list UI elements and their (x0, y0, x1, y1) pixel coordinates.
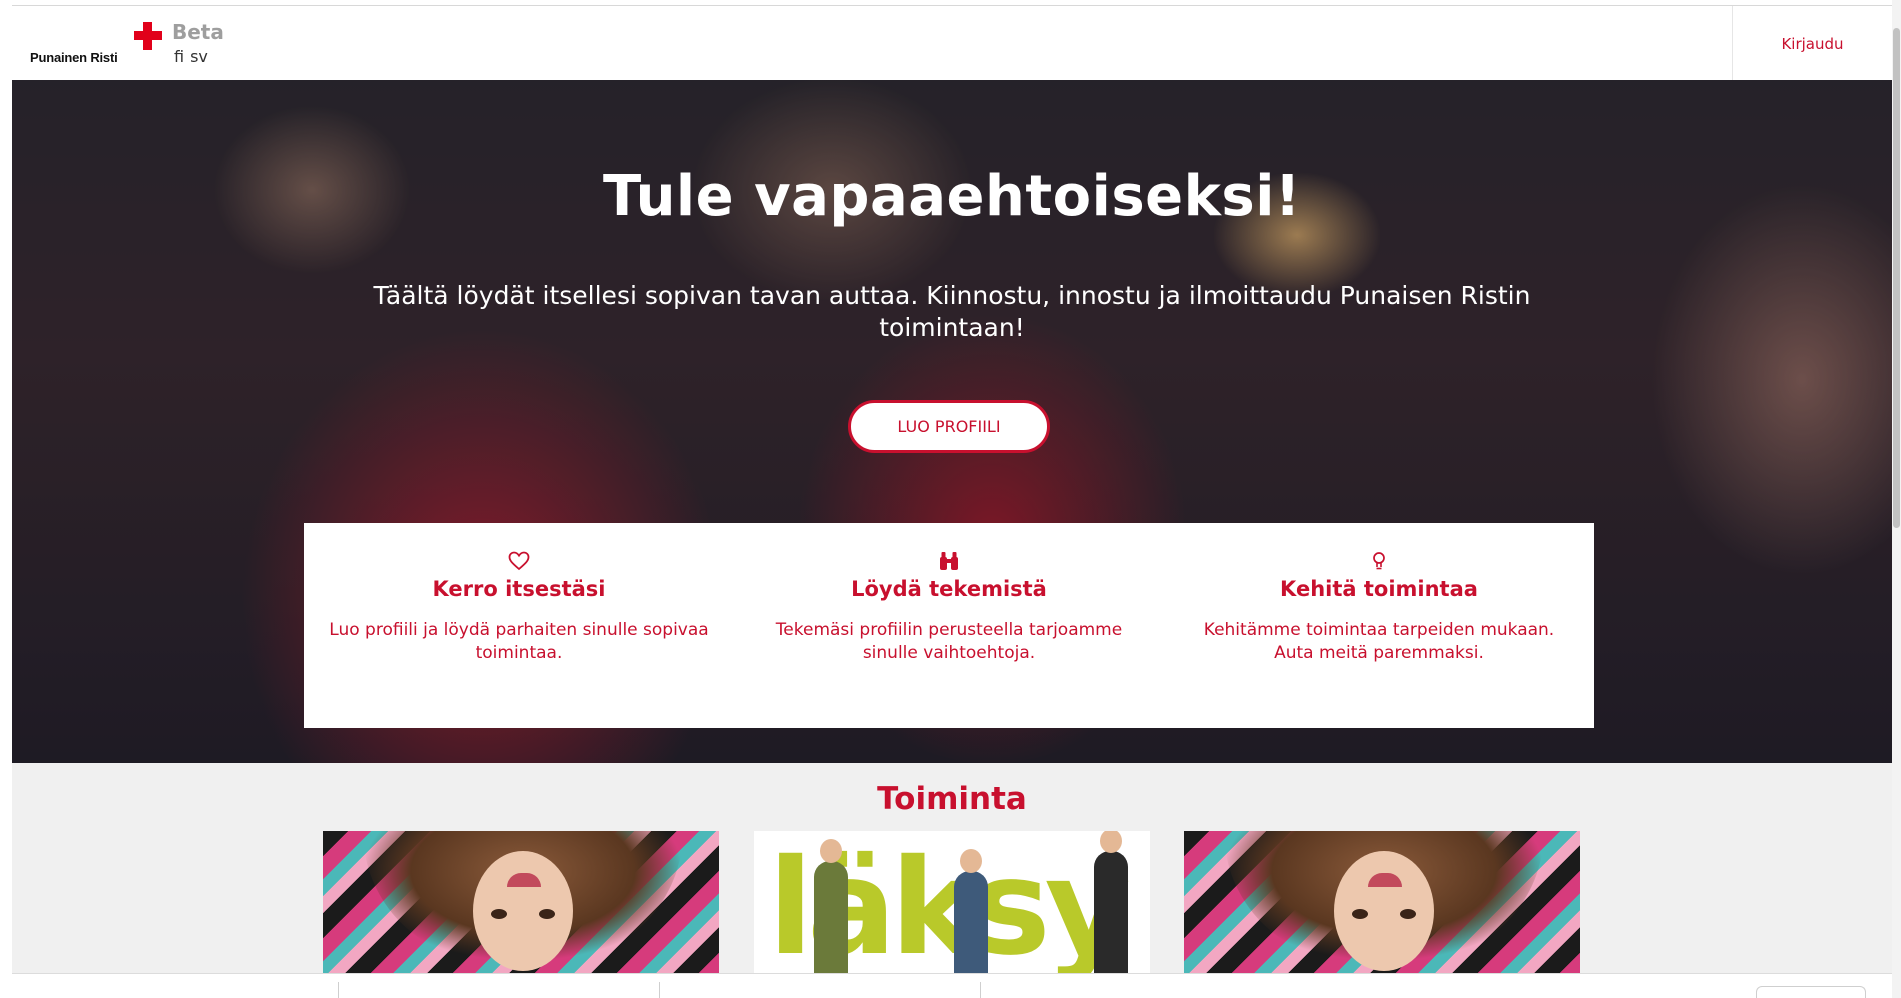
lightbulb-icon (1373, 552, 1385, 570)
feature-develop-activities: Kehitä toimintaa Kehitämme toimintaa tar… (1164, 523, 1594, 728)
language-switcher: fi sv (174, 47, 214, 66)
feature-text: Tekemäsi profiilin perusteella tarjoamme… (775, 620, 1123, 663)
feature-title: Löydä tekemistä (851, 577, 1047, 601)
feature-title: Kehitä toimintaa (1280, 577, 1478, 601)
scrollbar-thumb[interactable] (1893, 28, 1900, 528)
feature-title: Kerro itsestäsi (432, 577, 606, 601)
red-cross-icon (134, 22, 162, 50)
hero-title: Tule vapaaehtoiseksi! (603, 164, 1301, 229)
bottom-bar (12, 973, 1892, 998)
hero-banner: Tule vapaaehtoiseksi! Täältä löydät itse… (12, 80, 1892, 763)
feature-text: Kehitämme toimintaa tarpeiden mukaan. Au… (1203, 620, 1555, 663)
page: Punainen Risti Beta fi sv Kirjaudu Tule v… (12, 5, 1892, 998)
heart-icon (508, 551, 530, 571)
create-profile-button[interactable]: LUO PROFIILI (848, 400, 1050, 453)
features-box: Kerro itsestäsi Luo profiili ja löydä pa… (304, 523, 1594, 728)
bottom-bar-widget[interactable] (1756, 986, 1866, 998)
binoculars-icon (940, 552, 958, 570)
feature-find-activities: Löydä tekemistä Tekemäsi profiilin perus… (734, 523, 1164, 728)
language-fi-link[interactable]: fi (174, 47, 184, 66)
activities-section: Toiminta läksy (12, 763, 1892, 973)
activity-card[interactable] (1184, 831, 1580, 973)
feature-text: Luo profiili ja löydä parhaiten sinulle … (329, 620, 709, 663)
logo-text: Punainen Risti (30, 50, 118, 65)
activity-card[interactable] (323, 831, 719, 973)
activities-title: Toiminta (877, 781, 1027, 817)
site-header: Punainen Risti Beta fi sv Kirjaudu (12, 5, 1892, 81)
beta-label: Beta (172, 20, 224, 44)
red-cross-logo[interactable]: Punainen Risti (30, 22, 162, 70)
vertical-scrollbar[interactable] (1892, 0, 1901, 998)
hero-subtitle: Täältä löydät itsellesi sopivan tavan au… (373, 281, 1531, 342)
activity-card[interactable]: läksy (754, 831, 1150, 973)
login-button[interactable]: Kirjaudu (1732, 6, 1892, 81)
language-sv-link[interactable]: sv (190, 47, 208, 66)
feature-tell-about-yourself: Kerro itsestäsi Luo profiili ja löydä pa… (304, 523, 734, 728)
